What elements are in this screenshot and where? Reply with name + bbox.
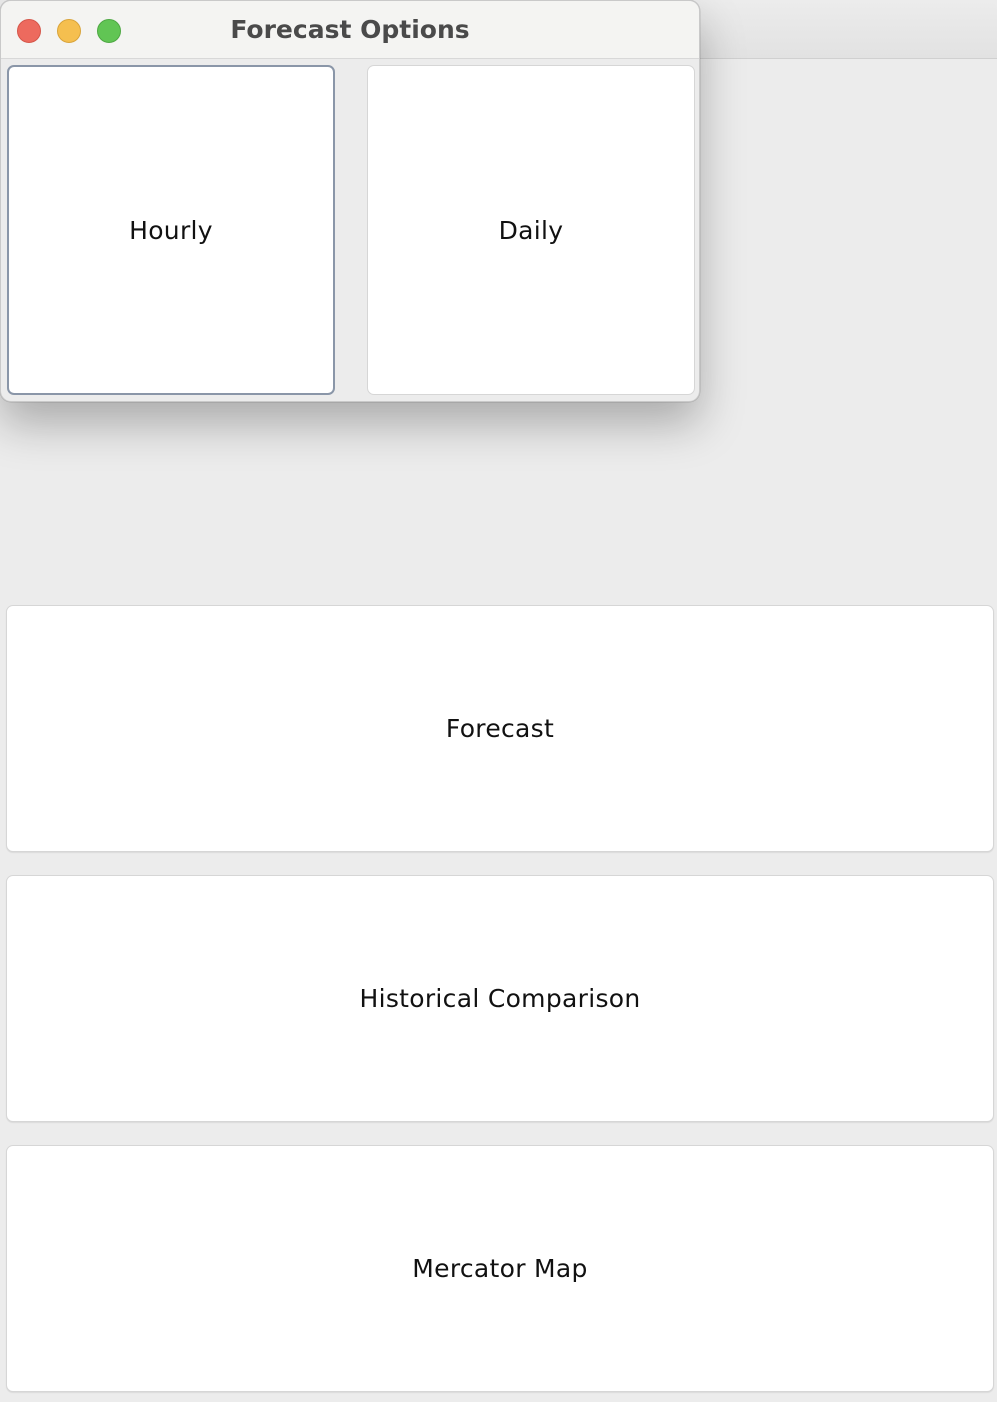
forecast-options-dialog: Forecast Options Hourly Daily	[0, 0, 700, 402]
forecast-button[interactable]: Forecast	[6, 605, 994, 852]
historical-comparison-button[interactable]: Historical Comparison	[6, 875, 994, 1122]
mercator-map-button[interactable]: Mercator Map	[6, 1145, 994, 1392]
minimize-window-button[interactable]	[57, 19, 81, 43]
daily-button[interactable]: Daily	[367, 65, 695, 395]
maximize-window-button[interactable]	[97, 19, 121, 43]
close-window-button[interactable]	[17, 19, 41, 43]
hourly-button[interactable]: Hourly	[7, 65, 335, 395]
dialog-titlebar: Forecast Options	[1, 1, 699, 59]
